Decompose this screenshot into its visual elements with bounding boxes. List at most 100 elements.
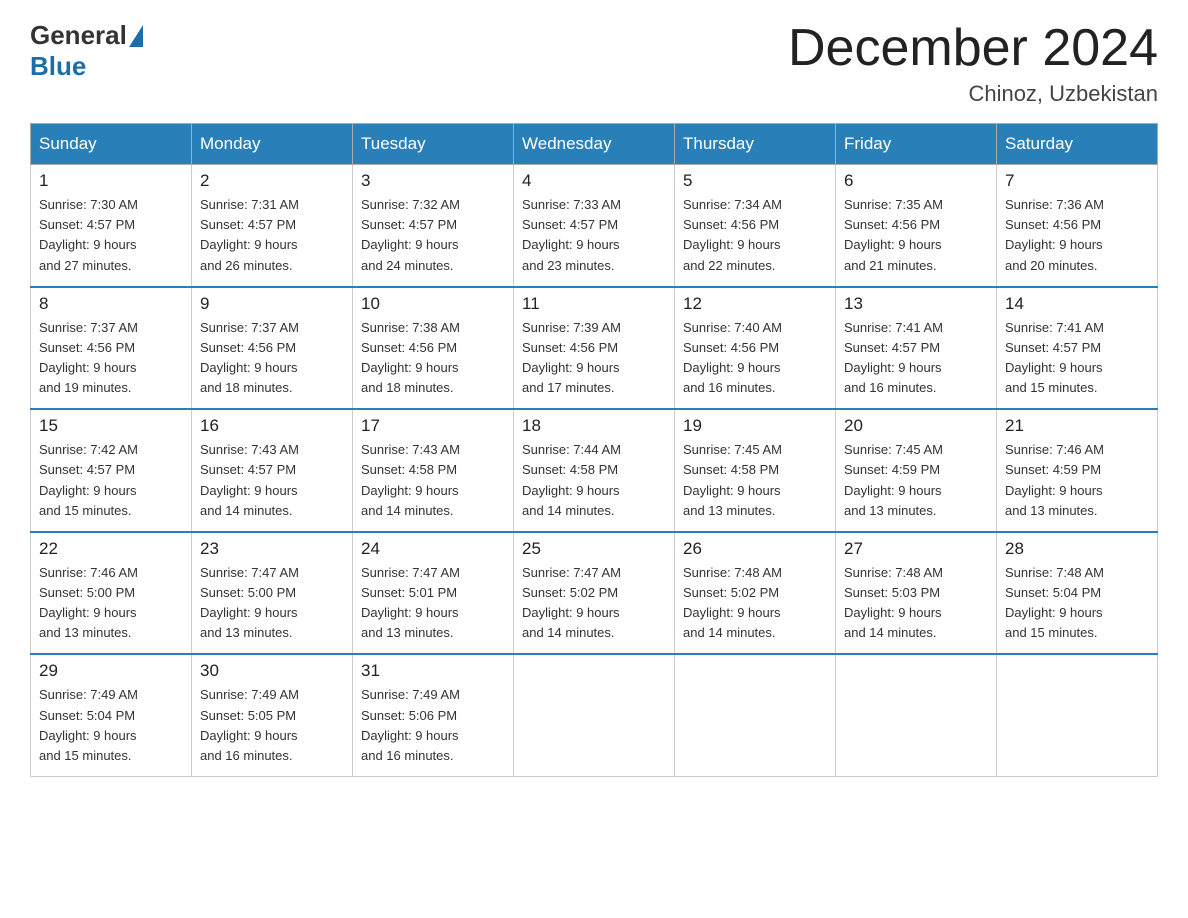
day-number: 24 xyxy=(361,539,505,559)
day-number: 6 xyxy=(844,171,988,191)
calendar-cell: 26 Sunrise: 7:48 AMSunset: 5:02 PMDaylig… xyxy=(675,532,836,655)
day-number: 18 xyxy=(522,416,666,436)
day-info: Sunrise: 7:48 AMSunset: 5:04 PMDaylight:… xyxy=(1005,563,1149,644)
day-number: 16 xyxy=(200,416,344,436)
calendar-cell: 2 Sunrise: 7:31 AMSunset: 4:57 PMDayligh… xyxy=(192,165,353,287)
day-info: Sunrise: 7:30 AMSunset: 4:57 PMDaylight:… xyxy=(39,195,183,276)
day-number: 27 xyxy=(844,539,988,559)
weekday-header-saturday: Saturday xyxy=(997,124,1158,165)
calendar-cell: 30 Sunrise: 7:49 AMSunset: 5:05 PMDaylig… xyxy=(192,654,353,776)
day-number: 3 xyxy=(361,171,505,191)
day-number: 12 xyxy=(683,294,827,314)
day-info: Sunrise: 7:39 AMSunset: 4:56 PMDaylight:… xyxy=(522,318,666,399)
day-info: Sunrise: 7:46 AMSunset: 5:00 PMDaylight:… xyxy=(39,563,183,644)
month-year-title: December 2024 xyxy=(788,20,1158,77)
day-info: Sunrise: 7:44 AMSunset: 4:58 PMDaylight:… xyxy=(522,440,666,521)
calendar-cell: 3 Sunrise: 7:32 AMSunset: 4:57 PMDayligh… xyxy=(353,165,514,287)
calendar-cell: 5 Sunrise: 7:34 AMSunset: 4:56 PMDayligh… xyxy=(675,165,836,287)
day-info: Sunrise: 7:43 AMSunset: 4:57 PMDaylight:… xyxy=(200,440,344,521)
day-info: Sunrise: 7:47 AMSunset: 5:02 PMDaylight:… xyxy=(522,563,666,644)
day-info: Sunrise: 7:48 AMSunset: 5:03 PMDaylight:… xyxy=(844,563,988,644)
day-number: 13 xyxy=(844,294,988,314)
calendar-cell xyxy=(997,654,1158,776)
day-number: 8 xyxy=(39,294,183,314)
day-info: Sunrise: 7:47 AMSunset: 5:01 PMDaylight:… xyxy=(361,563,505,644)
calendar-cell: 11 Sunrise: 7:39 AMSunset: 4:56 PMDaylig… xyxy=(514,287,675,410)
calendar-cell: 29 Sunrise: 7:49 AMSunset: 5:04 PMDaylig… xyxy=(31,654,192,776)
day-number: 2 xyxy=(200,171,344,191)
day-number: 20 xyxy=(844,416,988,436)
weekday-header-thursday: Thursday xyxy=(675,124,836,165)
day-number: 17 xyxy=(361,416,505,436)
day-number: 5 xyxy=(683,171,827,191)
calendar-cell: 27 Sunrise: 7:48 AMSunset: 5:03 PMDaylig… xyxy=(836,532,997,655)
day-info: Sunrise: 7:41 AMSunset: 4:57 PMDaylight:… xyxy=(844,318,988,399)
header-row: SundayMondayTuesdayWednesdayThursdayFrid… xyxy=(31,124,1158,165)
calendar-cell: 10 Sunrise: 7:38 AMSunset: 4:56 PMDaylig… xyxy=(353,287,514,410)
header: General Blue December 2024 Chinoz, Uzbek… xyxy=(30,20,1158,107)
calendar-cell: 31 Sunrise: 7:49 AMSunset: 5:06 PMDaylig… xyxy=(353,654,514,776)
calendar-cell: 9 Sunrise: 7:37 AMSunset: 4:56 PMDayligh… xyxy=(192,287,353,410)
calendar-cell: 12 Sunrise: 7:40 AMSunset: 4:56 PMDaylig… xyxy=(675,287,836,410)
day-number: 26 xyxy=(683,539,827,559)
day-number: 14 xyxy=(1005,294,1149,314)
calendar-cell: 14 Sunrise: 7:41 AMSunset: 4:57 PMDaylig… xyxy=(997,287,1158,410)
calendar-cell: 8 Sunrise: 7:37 AMSunset: 4:56 PMDayligh… xyxy=(31,287,192,410)
day-number: 1 xyxy=(39,171,183,191)
week-row-1: 1 Sunrise: 7:30 AMSunset: 4:57 PMDayligh… xyxy=(31,165,1158,287)
week-row-2: 8 Sunrise: 7:37 AMSunset: 4:56 PMDayligh… xyxy=(31,287,1158,410)
week-row-4: 22 Sunrise: 7:46 AMSunset: 5:00 PMDaylig… xyxy=(31,532,1158,655)
calendar-cell: 6 Sunrise: 7:35 AMSunset: 4:56 PMDayligh… xyxy=(836,165,997,287)
day-number: 11 xyxy=(522,294,666,314)
calendar-cell: 22 Sunrise: 7:46 AMSunset: 5:00 PMDaylig… xyxy=(31,532,192,655)
day-info: Sunrise: 7:45 AMSunset: 4:58 PMDaylight:… xyxy=(683,440,827,521)
calendar-cell: 7 Sunrise: 7:36 AMSunset: 4:56 PMDayligh… xyxy=(997,165,1158,287)
calendar-cell: 25 Sunrise: 7:47 AMSunset: 5:02 PMDaylig… xyxy=(514,532,675,655)
day-number: 21 xyxy=(1005,416,1149,436)
day-number: 15 xyxy=(39,416,183,436)
calendar-table: SundayMondayTuesdayWednesdayThursdayFrid… xyxy=(30,123,1158,777)
location-subtitle: Chinoz, Uzbekistan xyxy=(788,81,1158,107)
weekday-header-tuesday: Tuesday xyxy=(353,124,514,165)
logo: General Blue xyxy=(30,20,145,82)
day-number: 28 xyxy=(1005,539,1149,559)
calendar-cell: 20 Sunrise: 7:45 AMSunset: 4:59 PMDaylig… xyxy=(836,409,997,532)
day-info: Sunrise: 7:31 AMSunset: 4:57 PMDaylight:… xyxy=(200,195,344,276)
day-info: Sunrise: 7:43 AMSunset: 4:58 PMDaylight:… xyxy=(361,440,505,521)
week-row-3: 15 Sunrise: 7:42 AMSunset: 4:57 PMDaylig… xyxy=(31,409,1158,532)
day-info: Sunrise: 7:36 AMSunset: 4:56 PMDaylight:… xyxy=(1005,195,1149,276)
calendar-cell: 18 Sunrise: 7:44 AMSunset: 4:58 PMDaylig… xyxy=(514,409,675,532)
day-info: Sunrise: 7:33 AMSunset: 4:57 PMDaylight:… xyxy=(522,195,666,276)
calendar-cell: 24 Sunrise: 7:47 AMSunset: 5:01 PMDaylig… xyxy=(353,532,514,655)
logo-general-text: General xyxy=(30,20,127,51)
day-info: Sunrise: 7:41 AMSunset: 4:57 PMDaylight:… xyxy=(1005,318,1149,399)
calendar-cell: 1 Sunrise: 7:30 AMSunset: 4:57 PMDayligh… xyxy=(31,165,192,287)
day-info: Sunrise: 7:47 AMSunset: 5:00 PMDaylight:… xyxy=(200,563,344,644)
day-info: Sunrise: 7:49 AMSunset: 5:05 PMDaylight:… xyxy=(200,685,344,766)
day-info: Sunrise: 7:48 AMSunset: 5:02 PMDaylight:… xyxy=(683,563,827,644)
calendar-cell xyxy=(836,654,997,776)
day-number: 10 xyxy=(361,294,505,314)
calendar-cell: 16 Sunrise: 7:43 AMSunset: 4:57 PMDaylig… xyxy=(192,409,353,532)
calendar-cell: 15 Sunrise: 7:42 AMSunset: 4:57 PMDaylig… xyxy=(31,409,192,532)
day-info: Sunrise: 7:49 AMSunset: 5:04 PMDaylight:… xyxy=(39,685,183,766)
calendar-cell: 4 Sunrise: 7:33 AMSunset: 4:57 PMDayligh… xyxy=(514,165,675,287)
day-info: Sunrise: 7:46 AMSunset: 4:59 PMDaylight:… xyxy=(1005,440,1149,521)
logo-triangle-icon xyxy=(129,25,143,47)
day-info: Sunrise: 7:38 AMSunset: 4:56 PMDaylight:… xyxy=(361,318,505,399)
calendar-cell: 21 Sunrise: 7:46 AMSunset: 4:59 PMDaylig… xyxy=(997,409,1158,532)
day-number: 19 xyxy=(683,416,827,436)
calendar-cell xyxy=(514,654,675,776)
day-number: 9 xyxy=(200,294,344,314)
day-number: 31 xyxy=(361,661,505,681)
day-info: Sunrise: 7:49 AMSunset: 5:06 PMDaylight:… xyxy=(361,685,505,766)
day-number: 30 xyxy=(200,661,344,681)
calendar-cell xyxy=(675,654,836,776)
weekday-header-friday: Friday xyxy=(836,124,997,165)
day-number: 25 xyxy=(522,539,666,559)
day-number: 23 xyxy=(200,539,344,559)
day-info: Sunrise: 7:35 AMSunset: 4:56 PMDaylight:… xyxy=(844,195,988,276)
day-number: 29 xyxy=(39,661,183,681)
weekday-header-monday: Monday xyxy=(192,124,353,165)
week-row-5: 29 Sunrise: 7:49 AMSunset: 5:04 PMDaylig… xyxy=(31,654,1158,776)
